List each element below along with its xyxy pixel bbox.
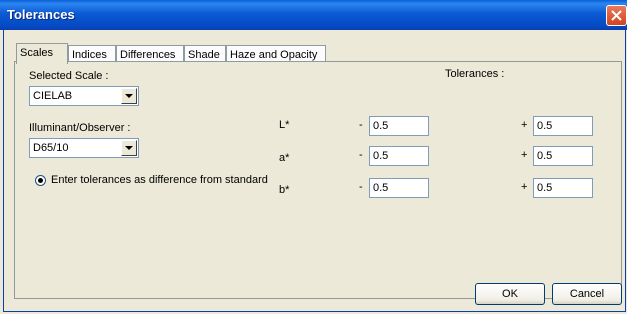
- a-star-plus-sign: +: [521, 149, 528, 161]
- ok-button[interactable]: OK: [475, 283, 545, 305]
- difference-from-standard-radio[interactable]: [35, 175, 46, 186]
- chevron-down-icon: [125, 146, 133, 150]
- a-star-minus-field[interactable]: 0.5: [369, 146, 429, 166]
- close-button[interactable]: [606, 5, 627, 26]
- tab-label: Shade: [188, 49, 220, 61]
- b-star-plus-value: 0.5: [537, 182, 553, 194]
- a-star-label: a*: [279, 152, 290, 164]
- l-star-minus-sign: -: [359, 119, 363, 131]
- difference-from-standard-label[interactable]: Enter tolerances as difference from stan…: [51, 174, 268, 186]
- cancel-button[interactable]: Cancel: [552, 283, 622, 305]
- l-star-plus-field[interactable]: 0.5: [533, 116, 593, 136]
- dialog-body: Scales Indices Differences Shade Haze an…: [3, 30, 626, 312]
- tab-label: Indices: [72, 49, 107, 61]
- a-star-plus-value: 0.5: [537, 150, 553, 162]
- l-star-minus-value: 0.5: [373, 120, 389, 132]
- a-star-plus-field[interactable]: 0.5: [533, 146, 593, 166]
- illuminant-dropdown-button[interactable]: [121, 140, 137, 156]
- tab-label: Haze and Opacity: [230, 49, 318, 61]
- tab-label: Scales: [20, 47, 54, 59]
- l-star-label: L*: [279, 119, 290, 131]
- scales-panel: Selected Scale : CIELAB Illuminant/Obser…: [14, 61, 622, 299]
- chevron-down-icon: [125, 94, 133, 98]
- selected-scale-label: Selected Scale :: [29, 70, 109, 82]
- b-star-minus-sign: -: [359, 181, 363, 193]
- radio-dot: [38, 178, 43, 183]
- illuminant-observer-select[interactable]: D65/10: [29, 138, 139, 158]
- b-star-plus-sign: +: [521, 181, 528, 193]
- l-star-minus-field[interactable]: 0.5: [369, 116, 429, 136]
- l-star-plus-value: 0.5: [537, 120, 553, 132]
- window-title: Tolerances: [7, 7, 75, 22]
- title-bar[interactable]: Tolerances: [0, 0, 627, 30]
- tab-label: Differences: [120, 49, 176, 61]
- scale-select-value: CIELAB: [33, 90, 73, 102]
- a-star-minus-sign: -: [359, 149, 363, 161]
- b-star-plus-field[interactable]: 0.5: [533, 178, 593, 198]
- tab-scales[interactable]: Scales: [16, 43, 68, 64]
- scale-select[interactable]: CIELAB: [29, 86, 139, 106]
- b-star-label: b*: [279, 184, 290, 196]
- tolerances-header: Tolerances :: [445, 68, 505, 80]
- b-star-minus-value: 0.5: [373, 182, 389, 194]
- illuminant-observer-label: Illuminant/Observer :: [29, 122, 131, 134]
- close-icon: [611, 10, 622, 21]
- l-star-plus-sign: +: [521, 119, 528, 131]
- scale-dropdown-button[interactable]: [121, 88, 137, 104]
- illuminant-select-value: D65/10: [33, 142, 69, 154]
- b-star-minus-field[interactable]: 0.5: [369, 178, 429, 198]
- a-star-minus-value: 0.5: [373, 150, 389, 162]
